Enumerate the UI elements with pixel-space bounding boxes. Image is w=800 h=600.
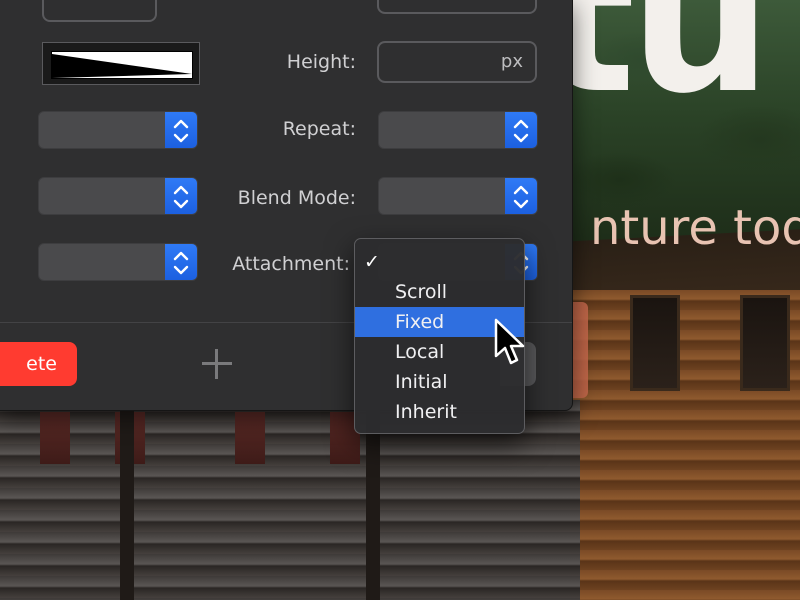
- height-unit: px: [500, 51, 523, 72]
- hero-headline: tu: [540, 0, 772, 138]
- menu-item-initial[interactable]: Initial: [355, 367, 524, 397]
- left-select-1[interactable]: [38, 111, 198, 149]
- blend-mode-select[interactable]: [378, 177, 538, 215]
- checkmark-icon: ✓: [364, 251, 380, 273]
- menu-item-none[interactable]: ✓: [355, 247, 524, 277]
- menu-item-label: Initial: [395, 371, 448, 393]
- left-select-2[interactable]: [38, 177, 198, 215]
- wall-post: [120, 400, 134, 600]
- cabin-window: [740, 295, 790, 391]
- menu-item-label: Inherit: [395, 401, 457, 423]
- top-left-field[interactable]: [42, 0, 157, 22]
- add-icon[interactable]: [201, 348, 233, 380]
- height-field[interactable]: px: [377, 41, 537, 83]
- hero-tagline: nture toda: [590, 200, 800, 256]
- top-right-field[interactable]: [377, 0, 537, 14]
- mouse-pointer-icon: [494, 318, 525, 365]
- gradient-preview-icon: [51, 51, 193, 79]
- chevron-updown-icon: [513, 119, 529, 143]
- attachment-label: Attachment:: [232, 253, 350, 275]
- menu-item-inherit[interactable]: Inherit: [355, 397, 524, 427]
- gradient-swatch[interactable]: [42, 42, 200, 85]
- select-arrows: [505, 112, 537, 148]
- menu-item-scroll[interactable]: Scroll: [355, 277, 524, 307]
- repeat-select[interactable]: [378, 111, 538, 149]
- select-arrows: [505, 178, 537, 214]
- left-select-3[interactable]: [38, 243, 198, 281]
- menu-item-label: Scroll: [395, 281, 448, 303]
- delete-button[interactable]: ete: [0, 342, 77, 386]
- chevron-updown-icon: [513, 185, 529, 209]
- window-shutter: [40, 412, 70, 464]
- height-label: Height:: [286, 51, 356, 73]
- repeat-label: Repeat:: [282, 118, 356, 140]
- cabin-window: [630, 295, 680, 391]
- window-shutter: [235, 412, 265, 464]
- blend-mode-label: Blend Mode:: [237, 187, 356, 209]
- menu-item-label: Local: [395, 341, 445, 363]
- menu-item-label: Fixed: [395, 311, 445, 333]
